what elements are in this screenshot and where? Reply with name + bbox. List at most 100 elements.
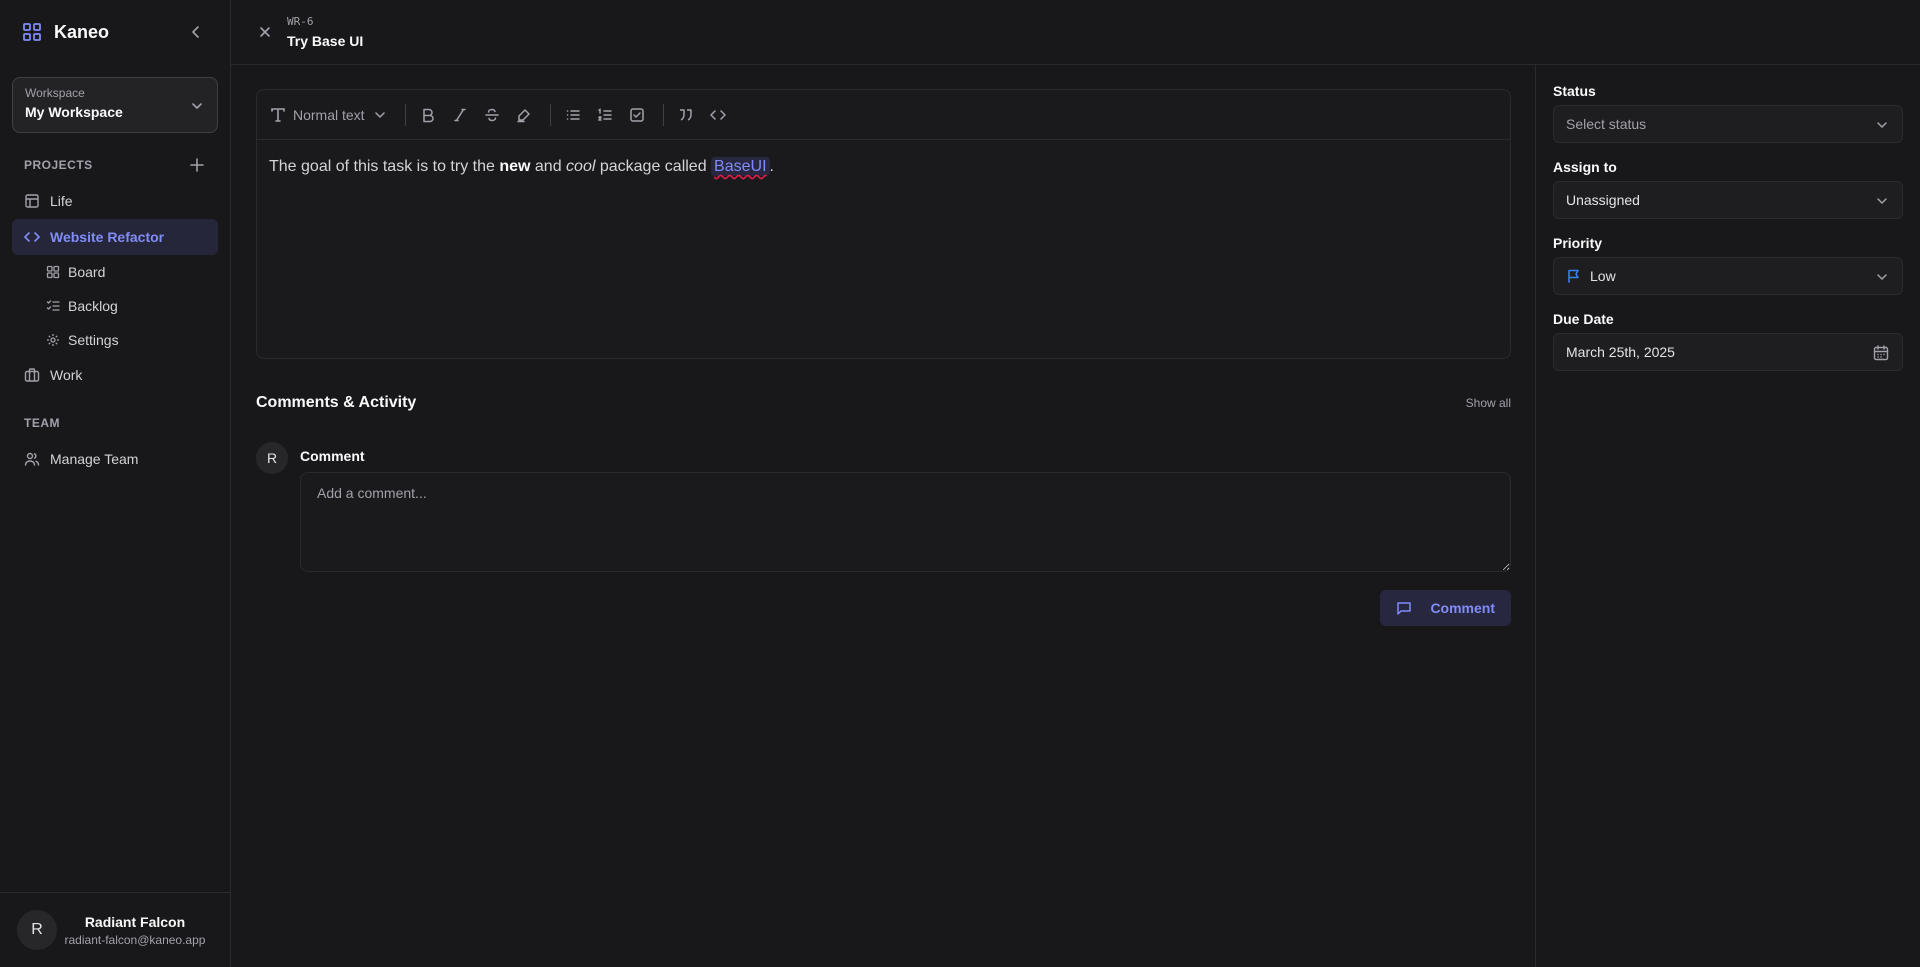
projects-heading: PROJECTS [0,155,230,175]
grid-logo-icon [22,22,42,42]
sidebar-item-life[interactable]: Life [12,183,218,219]
description-editor: Normal text The goal of this task is to … [256,89,1511,359]
user-email: radiant-falcon@kaneo.app [64,932,206,947]
due-date-value: March 25th, 2025 [1566,344,1675,360]
chevron-down-icon [1874,269,1890,285]
user-name: Radiant Falcon [84,913,186,930]
assignee-value: Unassigned [1566,192,1640,208]
assignee-label: Assign to [1553,159,1617,175]
text-run: The goal of this task is to try the [269,158,500,175]
sidebar-item-website-refactor[interactable]: Website Refactor [12,219,218,255]
team-heading: TEAM [0,413,230,433]
editor-toolbar: Normal text [257,90,1510,140]
toolbar-divider [404,103,406,126]
blockquote-button[interactable] [672,101,700,129]
projects-nav: Life Website Refactor Board Backlog Sett… [0,183,230,393]
bullet-list-button[interactable] [559,101,587,129]
task-id: WR-6 [287,15,314,28]
task-list-button[interactable] [623,101,651,129]
sidebar-item-manage-team[interactable]: Manage Team [12,441,218,477]
chevron-down-icon [1874,193,1890,209]
code-block-button[interactable] [704,101,732,129]
text-format-label: Normal text [293,106,365,123]
comment-label: Comment [300,448,365,464]
sidebar-item-label: Manage Team [50,451,139,467]
status-select[interactable]: Select status [1553,105,1903,143]
app: Kaneo Workspace My Workspace PROJECTS Li… [0,0,1920,967]
ordered-list-button[interactable] [591,101,619,129]
submit-comment-label: Comment [1430,600,1495,616]
sidebar-subitem-label: Backlog [68,298,118,314]
status-label: Status [1553,83,1596,99]
task-header: WR-6 Try Base UI [231,0,1920,65]
workspace-switcher[interactable]: Workspace My Workspace [12,77,218,133]
italic-text: cool [566,158,596,175]
italic-button[interactable] [446,101,474,129]
text-format-dropdown[interactable]: Normal text [269,106,387,124]
collapse-sidebar-icon[interactable] [186,22,206,42]
toolbar-divider [662,103,664,126]
sidebar-item-label: Website Refactor [50,229,165,245]
bold-button[interactable] [414,101,442,129]
sidebar-item-label: Work [50,367,83,383]
details-panel: Status Select status Assign to Unassigne… [1535,65,1920,967]
sidebar-subitem-label: Settings [68,332,119,348]
brand-header: Kaneo [0,0,230,64]
sidebar-item-work[interactable]: Work [12,357,218,393]
user-info: Radiant Falcon radiant-falcon@kaneo.app [57,914,213,947]
comments-title: Comments & Activity [256,394,417,411]
status-value: Select status [1566,116,1647,132]
highlight-button[interactable] [510,101,538,129]
layout-icon [24,193,40,209]
bold-text: new [499,158,531,175]
close-icon[interactable] [257,24,273,40]
comment-actions: Comment [300,590,1511,626]
brand-name: Kaneo [54,21,110,42]
sidebar: Kaneo Workspace My Workspace PROJECTS Li… [0,0,231,967]
sidebar-subitem-settings[interactable]: Settings [40,323,218,357]
priority-value: Low [1590,268,1616,284]
task-content: Normal text The goal of this task is to … [231,65,1535,967]
type-icon [269,106,287,124]
team-heading-label: TEAM [24,416,60,430]
priority-field: Priority Low [1553,235,1903,295]
priority-select[interactable]: Low [1553,257,1903,295]
avatar: R [256,442,288,474]
add-project-button[interactable] [188,156,206,174]
strikethrough-button[interactable] [478,101,506,129]
toolbar-divider [549,103,551,126]
team-nav: Manage Team [0,441,230,477]
task-title[interactable]: Try Base UI [287,33,363,49]
priority-label: Priority [1553,235,1603,251]
due-date-label: Due Date [1553,311,1614,327]
workspace-value: My Workspace [25,104,123,120]
task-title-block: WR-6 Try Base UI [287,15,363,49]
status-field: Status Select status [1553,83,1903,143]
text-run: . [769,158,774,175]
submit-comment-button[interactable]: Comment [1380,590,1511,626]
comment-form: Comment Comment [300,442,1511,626]
flag-icon [1566,268,1582,284]
assignee-select[interactable]: Unassigned [1553,181,1903,219]
due-date-picker[interactable]: March 25th, 2025 [1553,333,1903,371]
gear-icon [46,333,60,347]
workspace-label: Workspace [25,86,85,100]
text-run: package called [595,158,712,175]
chevron-down-icon [1874,117,1890,133]
sidebar-item-label: Life [50,193,73,209]
code-icon [24,229,40,245]
text-run: and [530,158,567,175]
users-icon [24,451,40,467]
sidebar-subitem-backlog[interactable]: Backlog [40,289,218,323]
inline-code: BaseUI [711,157,770,176]
description-text[interactable]: The goal of this task is to try the new … [257,140,1510,194]
user-profile[interactable]: R Radiant Falcon radiant-falcon@kaneo.ap… [0,892,230,967]
assignee-field: Assign to Unassigned [1553,159,1903,219]
sidebar-subitem-board[interactable]: Board [40,255,218,289]
sidebar-subitem-label: Board [68,264,106,280]
comment-composer: R Comment Comment [256,442,1511,626]
avatar: R [17,910,57,950]
calendar-icon [1872,344,1890,362]
comment-input[interactable] [300,472,1511,572]
show-all-link[interactable]: Show all [1466,396,1511,410]
